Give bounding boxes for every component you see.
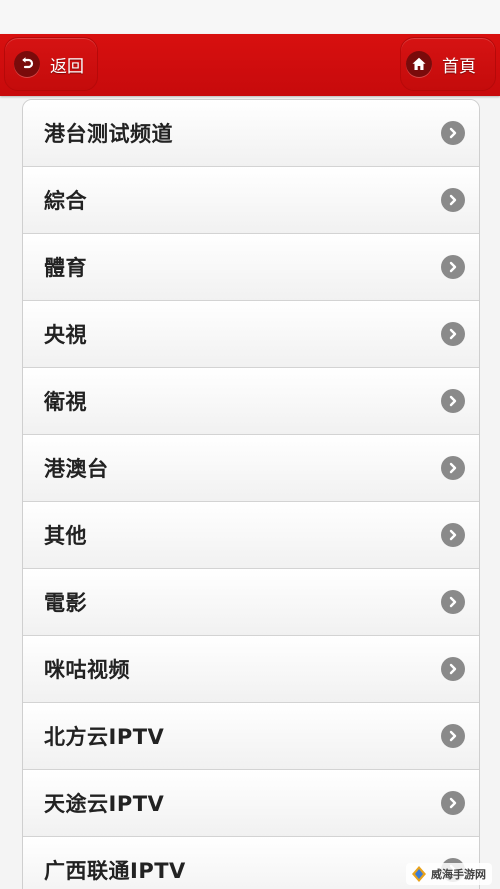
chevron-right-icon <box>441 188 465 212</box>
chevron-right-icon <box>441 121 465 145</box>
chevron-right-icon <box>441 456 465 480</box>
list-item-label: 天途云IPTV <box>44 792 165 816</box>
back-arrow-icon <box>14 51 40 77</box>
list-item[interactable]: 北方云IPTV <box>23 703 479 770</box>
list-item-label: 港台测试频道 <box>44 122 173 146</box>
list-item-label: 咪咕视频 <box>44 658 130 682</box>
list-item-label: 北方云IPTV <box>44 725 165 749</box>
list-item[interactable]: 央視 <box>23 301 479 368</box>
list-item[interactable]: 港澳台 <box>23 435 479 502</box>
back-button[interactable]: 返回 <box>4 37 98 91</box>
list-item[interactable]: 衛視 <box>23 368 479 435</box>
back-button-label: 返回 <box>50 56 84 77</box>
chevron-right-icon <box>441 322 465 346</box>
list-item-label: 港澳台 <box>44 457 109 481</box>
header-bar: 返回 首頁 <box>0 34 500 96</box>
channel-list: 港台测试频道 綜合 體育 央視 衛視 港澳台 其他 電影 咪咕视频 北方云IPT… <box>22 99 480 889</box>
list-item-label: 綜合 <box>44 189 87 213</box>
status-strip <box>0 0 500 36</box>
chevron-right-icon <box>441 590 465 614</box>
list-item[interactable]: 其他 <box>23 502 479 569</box>
list-item[interactable]: 天途云IPTV <box>23 770 479 837</box>
chevron-right-icon <box>441 724 465 748</box>
home-button-label: 首頁 <box>442 56 476 77</box>
list-item-label: 衛視 <box>44 390 87 414</box>
list-item-label: 央視 <box>44 323 87 347</box>
watermark-logo-icon <box>410 865 428 883</box>
list-item[interactable]: 綜合 <box>23 167 479 234</box>
chevron-right-icon <box>441 791 465 815</box>
watermark: 威海手游网 <box>406 863 492 885</box>
watermark-text: 威海手游网 <box>431 868 486 881</box>
home-icon <box>406 51 432 77</box>
list-item[interactable]: 體育 <box>23 234 479 301</box>
list-item[interactable]: 電影 <box>23 569 479 636</box>
chevron-right-icon <box>441 657 465 681</box>
list-item[interactable]: 咪咕视频 <box>23 636 479 703</box>
chevron-right-icon <box>441 523 465 547</box>
app-page: 返回 首頁 港台测试频道 綜合 體育 央視 衛視 港澳台 其他 電影 咪咕视频 … <box>0 0 500 889</box>
list-item[interactable]: 港台测试频道 <box>23 100 479 167</box>
chevron-right-icon <box>441 389 465 413</box>
list-item-label: 其他 <box>44 524 87 548</box>
list-item-label: 電影 <box>44 591 87 615</box>
home-button[interactable]: 首頁 <box>400 37 496 91</box>
list-item-label: 體育 <box>44 256 87 280</box>
chevron-right-icon <box>441 255 465 279</box>
list-item-label: 广西联通IPTV <box>44 859 186 883</box>
